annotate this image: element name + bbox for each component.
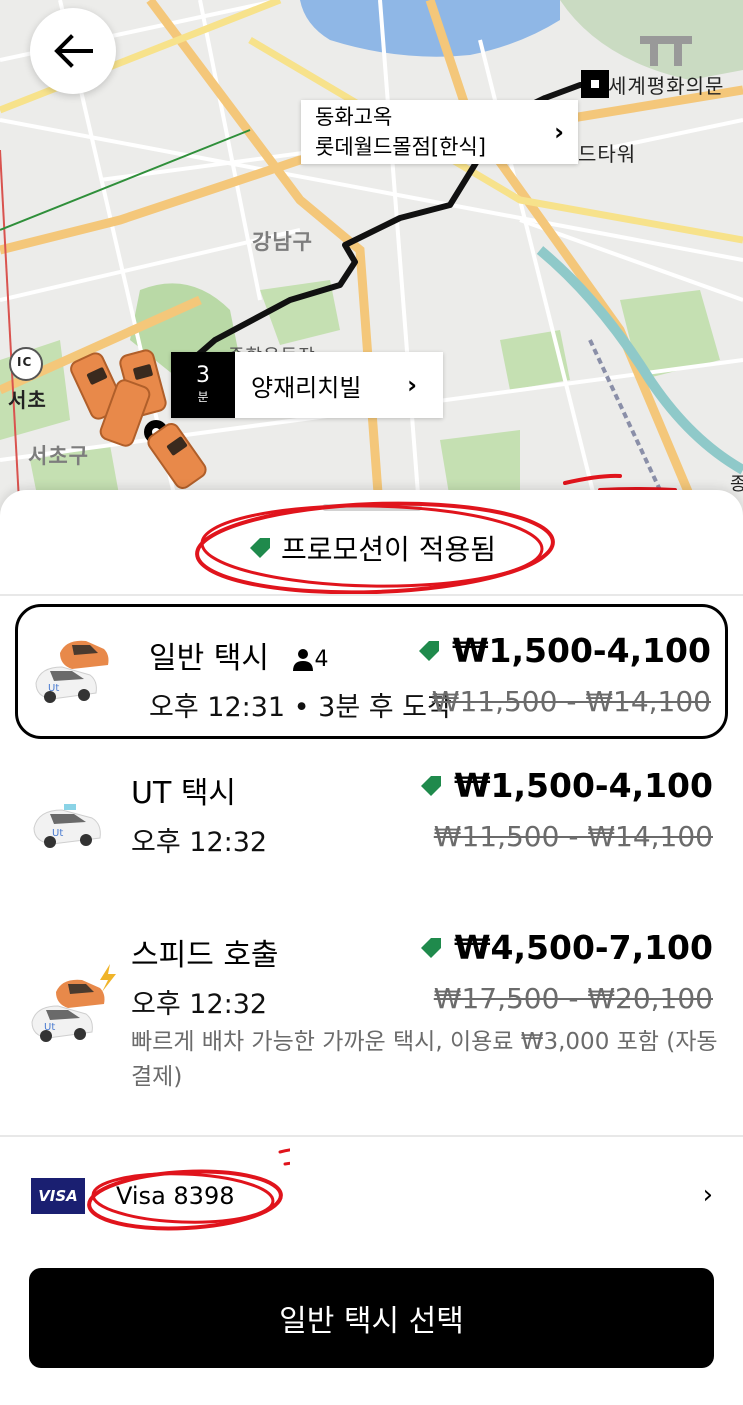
- svg-text:Ut: Ut: [48, 683, 59, 694]
- person-icon: [293, 648, 314, 671]
- payment-method-label: Visa 8398: [116, 1182, 235, 1210]
- ride-original-price: ₩11,500 - ₩14,100: [431, 685, 711, 718]
- ride-eta: 오후 12:32: [131, 827, 268, 858]
- divider: [0, 1135, 743, 1137]
- tag-icon: [421, 775, 442, 796]
- map-label-seochogu: 서초구: [28, 444, 89, 468]
- map-label-tower: 드타워: [578, 142, 637, 166]
- map-label-edge: 종: [730, 474, 743, 495]
- tag-icon: [421, 937, 442, 958]
- pickup-name: 양재리치빌: [251, 373, 362, 402]
- ride-options-sheet: 프로모션이 적용됨 Ut 일반 택시 4 오후 12:31 • 3분 후 도착 …: [0, 490, 743, 1405]
- map-label-ic: IC: [17, 355, 33, 369]
- ride-price-text: ₩1,500-4,100: [452, 631, 711, 670]
- promotion-label: 프로모션이 적용됨: [281, 533, 496, 566]
- ride-price: ₩1,500-4,100: [416, 631, 711, 670]
- car-icon: Ut: [31, 964, 116, 1042]
- arrow-left-icon: [54, 34, 93, 68]
- eta-badge: 3 분: [171, 352, 235, 418]
- ride-eta: 오후 12:31 • 3분 후 도착: [149, 692, 452, 723]
- visa-card-icon: VISA: [31, 1178, 85, 1214]
- ride-option-standard-taxi[interactable]: Ut 일반 택시 4 오후 12:31 • 3분 후 도착 ₩1,500-4,1…: [15, 604, 728, 739]
- ride-name: 스피드 호출: [131, 938, 279, 973]
- ride-name: UT 택시: [131, 776, 237, 811]
- tag-icon: [419, 640, 440, 661]
- ride-price-text: ₩4,500-7,100: [454, 928, 713, 967]
- ride-price: ₩1,500-4,100: [418, 766, 713, 805]
- svg-text:Ut: Ut: [52, 828, 63, 839]
- ride-option-ut-taxi[interactable]: Ut UT 택시 오후 12:32 ₩1,500-4,100 ₩11,500 -…: [0, 758, 743, 898]
- select-ride-button[interactable]: 일반 택시 선택: [29, 1268, 714, 1368]
- chevron-right-icon: ›: [407, 371, 417, 399]
- payment-method-row[interactable]: VISA Visa 8398 ›: [0, 1148, 743, 1238]
- seat-count: 4: [314, 647, 329, 672]
- destination-name-line2: 롯데월드몰점[한식]: [315, 135, 486, 159]
- car-icon: Ut: [33, 804, 101, 848]
- ride-description: 빠르게 배차 가능한 가까운 택시, 이용료 ₩3,000 포함 (자동 결제): [131, 1029, 718, 1090]
- divider: [0, 594, 743, 596]
- eta-unit: 분: [197, 390, 209, 404]
- ride-original-price: ₩11,500 - ₩14,100: [433, 820, 713, 853]
- ride-name-text: 일반 택시: [149, 641, 269, 676]
- car-icon: Ut: [35, 640, 109, 703]
- ride-original-price: ₩17,500 - ₩20,100: [433, 982, 713, 1015]
- tag-icon: [250, 538, 270, 558]
- ride-price: ₩4,500-7,100: [418, 928, 713, 967]
- map-label-gangnam: 강남구: [252, 230, 313, 254]
- chevron-right-icon: ›: [554, 118, 564, 146]
- map-label-landmark: 세계평화의문: [608, 74, 725, 98]
- map-label-seocho: 서초: [8, 388, 47, 412]
- destination-card[interactable]: 동화고옥 롯데월드몰점[한식] ›: [301, 100, 578, 164]
- pickup-card[interactable]: 3 분 양재리치빌 ›: [171, 352, 443, 418]
- eta-value: 3: [196, 363, 210, 388]
- promotion-banner: 프로모션이 적용됨: [0, 528, 743, 568]
- svg-text:Ut: Ut: [44, 1022, 55, 1033]
- destination-name-line1: 동화고옥: [315, 105, 393, 129]
- ride-price-text: ₩1,500-4,100: [454, 766, 713, 805]
- ride-name: 일반 택시 4: [149, 633, 328, 677]
- ride-option-speed-call[interactable]: Ut 스피드 호출 오후 12:32 빠르게 배차 가능한 가까운 택시, 이용…: [0, 910, 743, 1120]
- chevron-right-icon: ›: [702, 1180, 713, 1210]
- seat-capacity: 4: [292, 647, 328, 672]
- map-view[interactable]: 강남구 서초 서초구 IC 세계평화의문 드타워 종합운동장 종 동화고옥 롯데…: [0, 0, 743, 520]
- back-button[interactable]: [30, 8, 116, 94]
- ride-eta: 오후 12:32: [131, 989, 268, 1020]
